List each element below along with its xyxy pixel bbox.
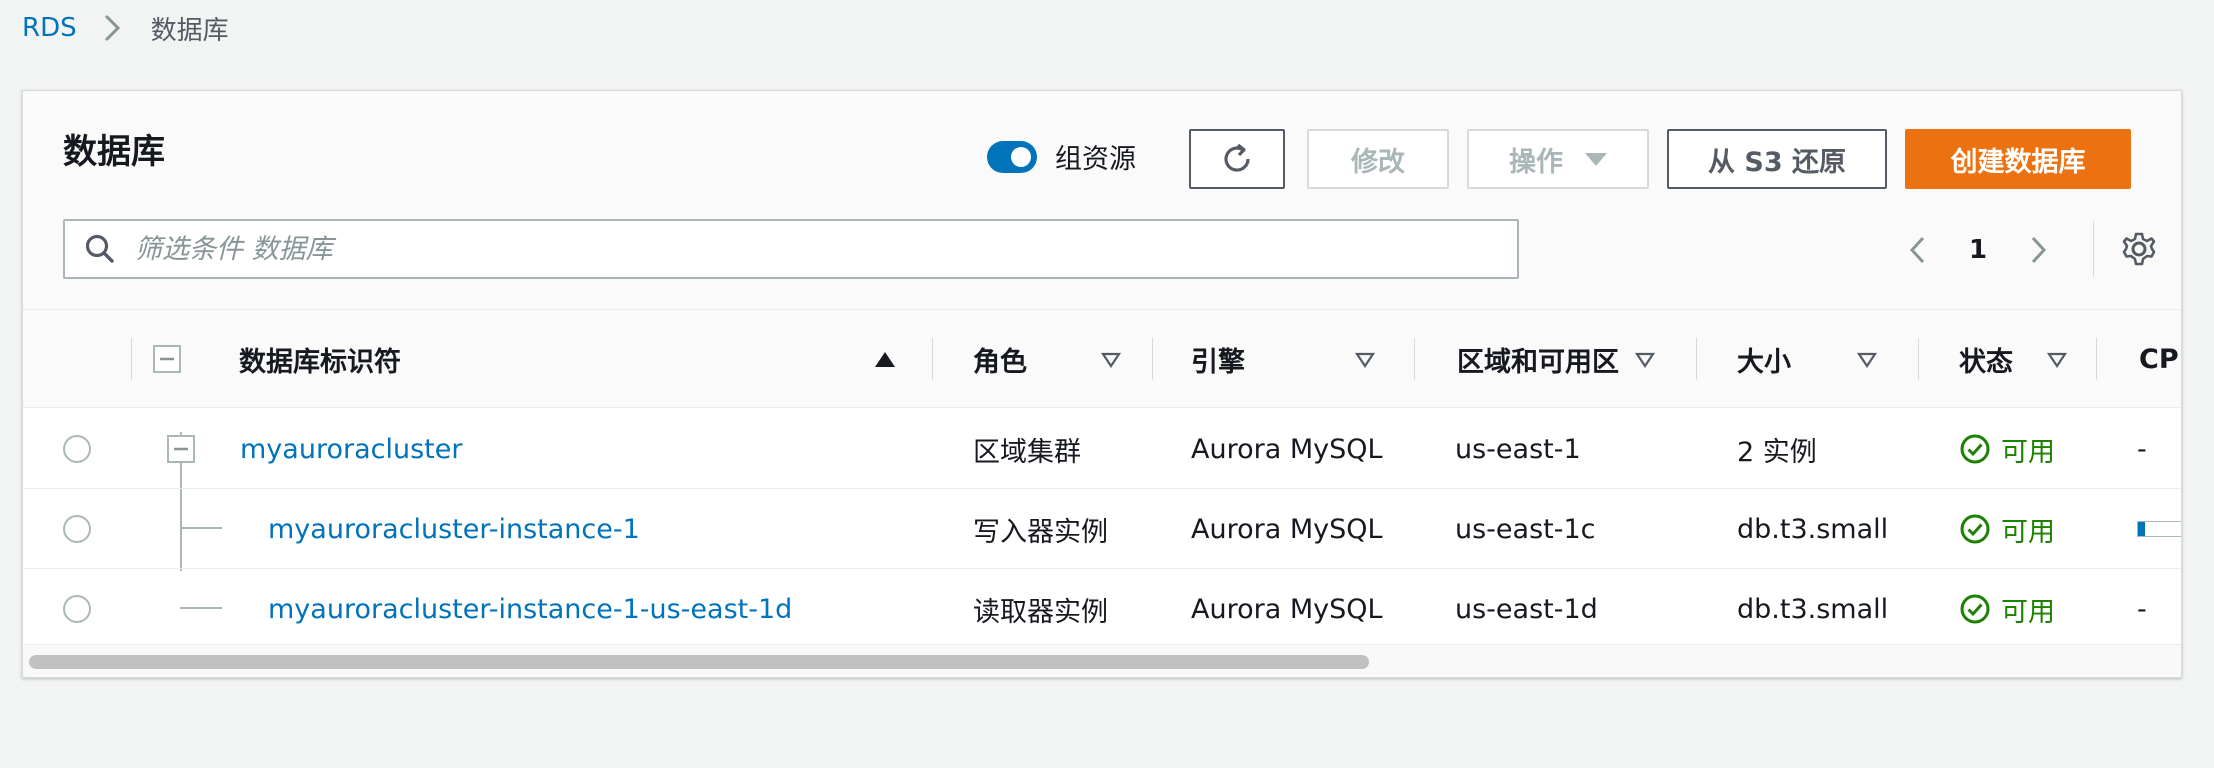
- sort-icon: [1857, 352, 1877, 368]
- column-divider: [1414, 338, 1415, 380]
- refresh-icon: [1224, 143, 1250, 172]
- sort-icon: [1101, 352, 1121, 368]
- breadcrumb-current: 数据库: [150, 15, 229, 46]
- databases-panel: 数据库 组资源 修改 操作 从 S3 还原 创建数据库 筛选条件 数据库 1 数…: [22, 90, 2182, 678]
- region-cell: us-east-1c: [1455, 513, 1596, 545]
- restore-from-s3-button[interactable]: 从 S3 还原: [1667, 129, 1887, 189]
- chevron-right-icon: [104, 14, 120, 42]
- status-text: 可用: [2001, 516, 2055, 548]
- sort-icon: [2047, 352, 2067, 368]
- chevron-right-icon[interactable]: [2023, 232, 2053, 268]
- size-cell: db.t3.small: [1737, 513, 1889, 545]
- refresh-button[interactable]: [1189, 129, 1285, 189]
- engine-cell: Aurora MySQL: [1191, 433, 1383, 465]
- current-page-number[interactable]: 1: [1969, 235, 1987, 265]
- group-resources-label: 组资源: [1055, 144, 1136, 175]
- caret-down-icon: [1585, 152, 1607, 166]
- status-text: 可用: [2001, 596, 2055, 628]
- modify-button-label: 修改: [1351, 146, 1405, 178]
- search-box: [63, 219, 1519, 279]
- create-database-button[interactable]: 创建数据库: [1905, 129, 2131, 189]
- status-badge: 可用: [1959, 409, 2055, 489]
- cpu-utilization-bar: [2137, 521, 2181, 537]
- table-header: 数据库标识符 角色 引擎 区域和可用区 大小 状态 CP: [23, 310, 2181, 408]
- engine-cell: Aurora MySQL: [1191, 513, 1383, 545]
- actions-dropdown-button[interactable]: 操作: [1467, 129, 1649, 189]
- row-select-radio[interactable]: [63, 435, 91, 463]
- sort-icon: [1635, 352, 1655, 368]
- column-header-identifier[interactable]: 数据库标识符: [239, 310, 895, 408]
- breadcrumb: RDS 数据库: [22, 10, 229, 46]
- horizontal-scrollbar[interactable]: [23, 644, 2181, 677]
- table-row[interactable]: myauroracluster-instance-1 写入器实例 Aurora …: [23, 489, 2181, 569]
- column-divider: [1696, 338, 1697, 380]
- column-header-status[interactable]: 状态: [1959, 310, 2013, 408]
- group-resources-toggle-wrap: 组资源: [987, 137, 1136, 176]
- cpu-cell: -: [2137, 593, 2147, 625]
- panel-header: 数据库 组资源 修改 操作 从 S3 还原 创建数据库 筛选条件 数据库 1: [23, 91, 2181, 310]
- db-identifier-link[interactable]: myauroracluster-instance-1: [268, 489, 640, 569]
- table-row[interactable]: myauroracluster-instance-1-us-east-1d 读取…: [23, 569, 2181, 649]
- column-header-engine-label: 引擎: [1191, 346, 1245, 378]
- table-row[interactable]: myauroracluster 区域集群 Aurora MySQL us-eas…: [23, 409, 2181, 489]
- row-select-radio[interactable]: [63, 515, 91, 543]
- row-select-radio[interactable]: [63, 595, 91, 623]
- column-header-cpu[interactable]: CPU: [2139, 310, 2181, 408]
- breadcrumb-rds-link[interactable]: RDS: [22, 13, 77, 43]
- collapse-all-icon[interactable]: [153, 345, 181, 373]
- size-cell: db.t3.small: [1737, 593, 1889, 625]
- toggle-knob: [1011, 146, 1031, 167]
- column-header-role-label: 角色: [973, 346, 1027, 378]
- column-header-cpu-label: CPU: [2139, 343, 2181, 375]
- column-divider: [932, 338, 933, 380]
- restore-button-label: 从 S3 还原: [1707, 146, 1847, 178]
- divider: [2093, 221, 2094, 277]
- region-cell: us-east-1: [1455, 433, 1581, 465]
- size-cell: 2 实例: [1737, 436, 1817, 468]
- role-cell: 写入器实例: [973, 516, 1108, 548]
- scrollbar-thumb[interactable]: [29, 655, 1369, 669]
- create-button-label: 创建数据库: [1950, 146, 2086, 178]
- engine-cell: Aurora MySQL: [1191, 593, 1383, 625]
- gear-icon[interactable]: [2121, 231, 2157, 267]
- column-header-role[interactable]: 角色: [973, 310, 1027, 408]
- role-cell: 读取器实例: [973, 596, 1108, 628]
- search-icon: [85, 234, 114, 263]
- check-circle-icon: [1960, 594, 1990, 624]
- role-cell: 区域集群: [973, 436, 1081, 468]
- modify-button[interactable]: 修改: [1307, 129, 1449, 189]
- sort-icon: [1355, 352, 1375, 368]
- page-title: 数据库: [63, 132, 165, 172]
- region-cell: us-east-1d: [1455, 593, 1598, 625]
- db-identifier-link[interactable]: myauroracluster: [240, 409, 462, 489]
- actions-button-label: 操作: [1509, 146, 1563, 178]
- column-header-size[interactable]: 大小: [1737, 310, 1791, 408]
- cpu-cell: -: [2137, 433, 2147, 465]
- column-divider: [1152, 338, 1153, 380]
- cpu-cell: [2137, 489, 2181, 569]
- search-input[interactable]: [135, 233, 1435, 265]
- column-divider: [2096, 338, 2097, 380]
- column-header-status-label: 状态: [1959, 346, 2013, 378]
- db-identifier-link[interactable]: myauroracluster-instance-1-us-east-1d: [268, 569, 792, 649]
- group-resources-toggle[interactable]: [987, 140, 1037, 173]
- status-badge: 可用: [1959, 569, 2055, 649]
- check-circle-icon: [1960, 434, 1990, 464]
- check-circle-icon: [1960, 514, 1990, 544]
- cpu-utilization-fill: [2138, 522, 2146, 536]
- column-divider: [131, 338, 132, 380]
- column-header-engine[interactable]: 引擎: [1191, 310, 1245, 408]
- column-header-size-label: 大小: [1737, 346, 1791, 378]
- column-divider: [1918, 338, 1919, 380]
- column-header-region-label: 区域和可用区: [1457, 346, 1619, 378]
- sort-ascending-icon: [875, 352, 895, 367]
- status-text: 可用: [2001, 436, 2055, 468]
- collapse-icon[interactable]: [167, 435, 195, 463]
- column-header-identifier-label: 数据库标识符: [239, 346, 401, 378]
- status-badge: 可用: [1959, 489, 2055, 569]
- pagination: 1: [1903, 225, 2053, 275]
- column-header-region[interactable]: 区域和可用区: [1457, 310, 1619, 408]
- chevron-left-icon[interactable]: [1903, 232, 1933, 268]
